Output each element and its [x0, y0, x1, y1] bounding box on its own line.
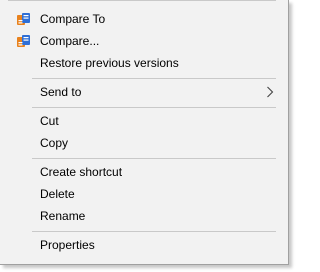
compare-app-icon — [16, 34, 31, 49]
menu-item-cut[interactable]: Cut — [0, 110, 288, 132]
chevron-right-icon — [266, 86, 274, 98]
menu-item-label: Compare... — [40, 34, 100, 48]
menu-item-label: Copy — [40, 136, 69, 150]
menu-item-send-to[interactable]: Send to — [0, 81, 288, 103]
menu-separator — [32, 231, 276, 232]
compare-app-icon — [16, 12, 31, 27]
menu-separator — [32, 158, 276, 159]
menu-separator — [32, 78, 276, 79]
menu-item-compare-to[interactable]: Compare To — [0, 8, 288, 30]
menu-item-create-shortcut[interactable]: Create shortcut — [0, 161, 288, 183]
menu-item-properties[interactable]: Properties — [0, 234, 288, 256]
menu-item-label: Properties — [40, 238, 95, 252]
menu-item-label: Restore previous versions — [40, 56, 179, 70]
menu-item-label: Create shortcut — [40, 165, 123, 179]
menu-item-label: Compare To — [40, 12, 106, 26]
menu-top-divider — [8, 0, 276, 1]
menu-item-restore-previous-versions[interactable]: Restore previous versions — [0, 52, 288, 74]
menu-item-label: Cut — [40, 114, 59, 128]
menu-item-label: Delete — [40, 187, 75, 201]
menu-item-delete[interactable]: Delete — [0, 183, 288, 205]
menu-separator — [32, 107, 276, 108]
menu-item-copy[interactable]: Copy — [0, 132, 288, 154]
menu-item-label: Send to — [40, 85, 82, 99]
menu-item-rename[interactable]: Rename — [0, 205, 288, 227]
menu-item-compare[interactable]: Compare... — [0, 30, 288, 52]
context-menu: Compare To Compare... Restore previous v… — [0, 0, 289, 265]
menu-item-label: Rename — [40, 209, 86, 223]
